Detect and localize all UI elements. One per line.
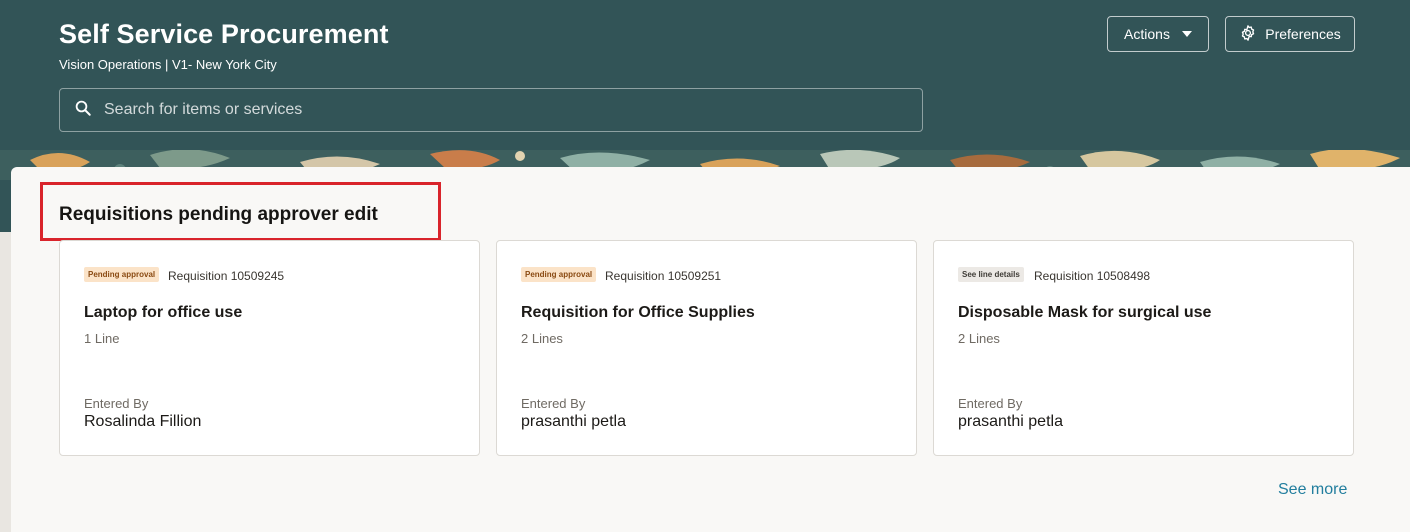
search-placeholder: Search for items or services bbox=[104, 101, 303, 118]
requisition-card[interactable]: See line details Requisition 10508498 Di… bbox=[933, 240, 1354, 456]
line-count: 1 Line bbox=[84, 331, 120, 346]
chevron-down-icon bbox=[1181, 31, 1192, 37]
status-badge: See line details bbox=[958, 267, 1024, 282]
actions-button[interactable]: Actions bbox=[1107, 16, 1209, 52]
requisition-card[interactable]: Pending approval Requisition 10509251 Re… bbox=[496, 240, 917, 456]
entered-by-label: Entered By bbox=[958, 396, 1023, 411]
page-title: Self Service Procurement bbox=[59, 19, 389, 49]
requisition-card[interactable]: Pending approval Requisition 10509245 La… bbox=[59, 240, 480, 456]
preferences-label: Preferences bbox=[1265, 26, 1341, 42]
business-unit-subtitle: Vision Operations | V1- New York City bbox=[59, 57, 277, 72]
actions-label: Actions bbox=[1124, 26, 1170, 42]
status-badge: Pending approval bbox=[521, 267, 597, 282]
preferences-button[interactable]: Preferences bbox=[1225, 16, 1355, 52]
status-badge: Pending approval bbox=[84, 267, 160, 282]
requisition-title: Disposable Mask for surgical use bbox=[958, 304, 1212, 321]
line-count: 2 Lines bbox=[958, 331, 1000, 346]
section-title-highlight bbox=[40, 182, 441, 241]
entered-by-label: Entered By bbox=[84, 396, 149, 411]
requisition-title: Laptop for office use bbox=[84, 304, 243, 321]
entered-by-name: prasanthi petla bbox=[958, 413, 1063, 430]
requisition-number: Requisition 10509251 bbox=[605, 269, 722, 283]
entered-by-label: Entered By bbox=[521, 396, 586, 411]
requisition-title: Requisition for Office Supplies bbox=[521, 304, 755, 321]
search-input[interactable]: Search for items or services bbox=[59, 88, 923, 132]
entered-by-name: Rosalinda Fillion bbox=[84, 413, 202, 430]
gear-icon bbox=[1239, 24, 1257, 45]
search-icon bbox=[74, 99, 92, 122]
see-more-link[interactable]: See more bbox=[1278, 481, 1347, 499]
entered-by-name: prasanthi petla bbox=[521, 413, 626, 430]
line-count: 2 Lines bbox=[521, 331, 563, 346]
requisition-number: Requisition 10508498 bbox=[1034, 269, 1151, 283]
left-decorative-strip bbox=[0, 232, 11, 532]
requisition-number: Requisition 10509245 bbox=[168, 269, 285, 283]
